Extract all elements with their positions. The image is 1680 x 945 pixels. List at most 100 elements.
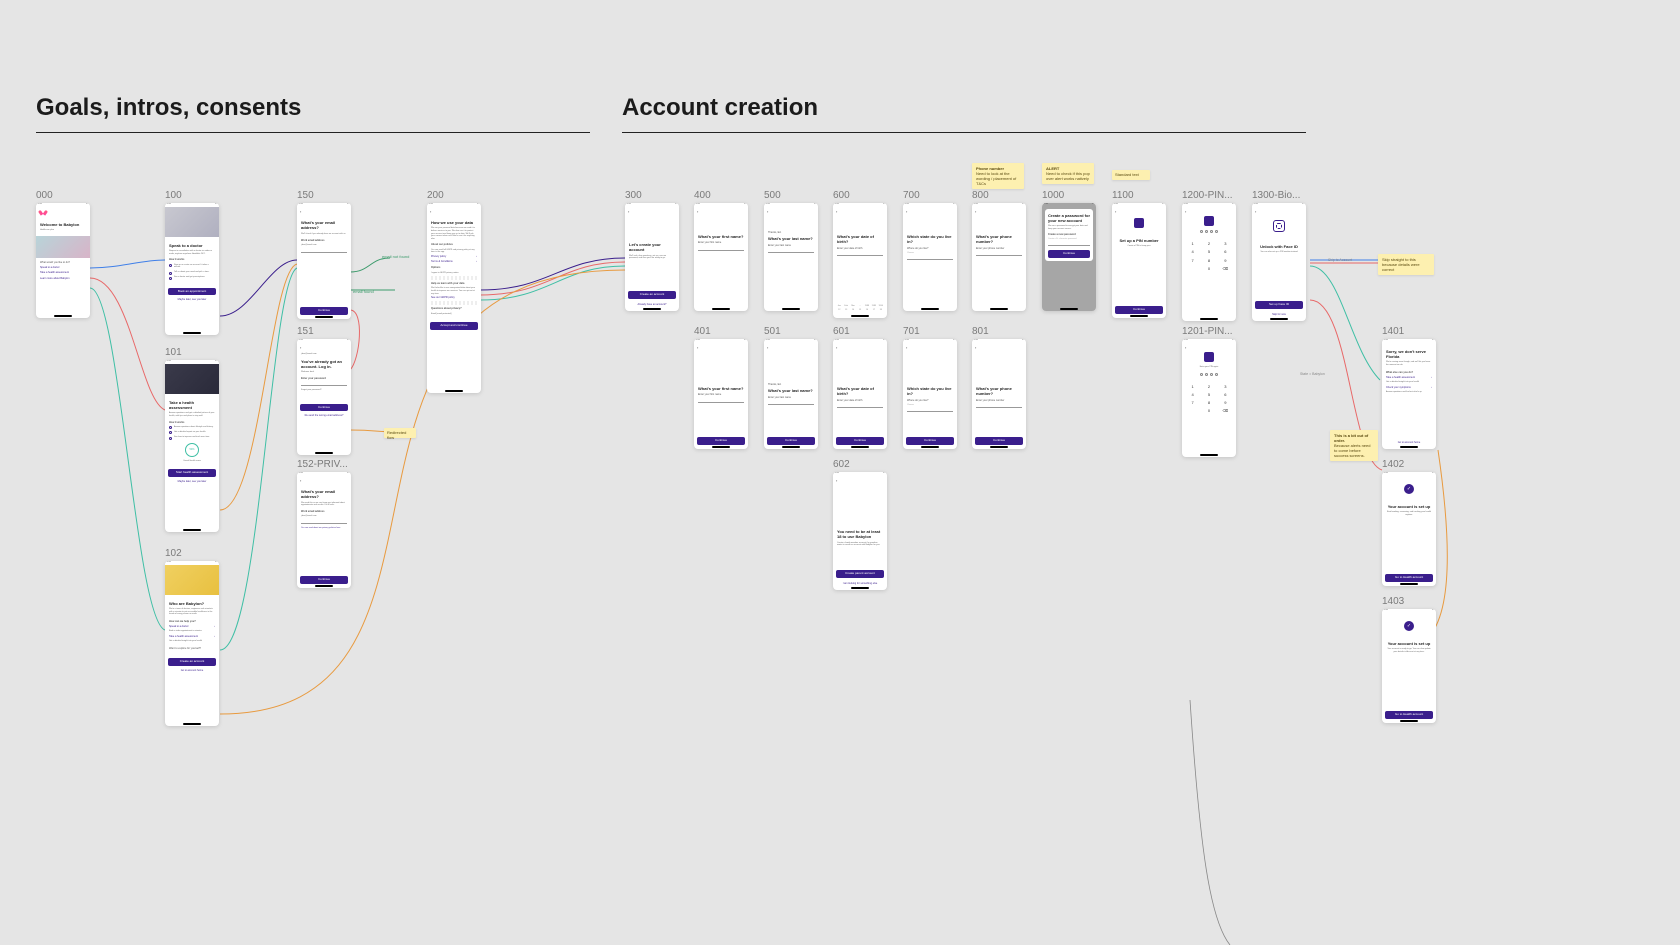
screen-801[interactable]: ‹ What's your phone number? Enter your p… xyxy=(972,339,1026,449)
screen-151[interactable]: ‹ j.doe@email.com You've already got an … xyxy=(297,339,351,455)
screen-102[interactable]: Who are Babylon? We're a team of doctors… xyxy=(165,561,219,726)
back-icon[interactable]: ‹ xyxy=(1252,207,1306,214)
sticky-skip[interactable]: Skip straight to this because details we… xyxy=(1378,254,1434,275)
back-icon[interactable]: ‹ xyxy=(297,476,351,483)
screen-800[interactable]: ‹ What's your phone number? Enter your p… xyxy=(972,203,1026,311)
design-canvas[interactable]: Goals, intros, consents Account creation… xyxy=(0,0,1680,945)
screen-150[interactable]: ‹ What's your email address? We'll check… xyxy=(297,203,351,319)
link-speak-doctor[interactable]: Speak to a doctor xyxy=(40,266,86,269)
screen-600[interactable]: ‹ What's your date of birth? Enter your … xyxy=(833,203,887,318)
screen-1200[interactable]: ‹ 123 456 789 0⌫ xyxy=(1182,203,1236,321)
back-icon[interactable]: ‹ xyxy=(903,343,957,350)
back-icon[interactable]: ‹ xyxy=(1182,207,1236,214)
screen-100[interactable]: Speak to a doctor Request a consultation… xyxy=(165,203,219,335)
select-region[interactable] xyxy=(907,408,953,412)
button-create-account[interactable]: Create an account xyxy=(628,291,676,299)
back-icon[interactable]: ‹ xyxy=(972,207,1026,214)
input-phone[interactable] xyxy=(976,252,1022,256)
screen-700[interactable]: ‹ Which state do you live in? Where do y… xyxy=(903,203,957,311)
back-icon[interactable]: ‹ xyxy=(297,207,351,214)
back-icon[interactable]: ‹ xyxy=(764,207,818,214)
input-email[interactable] xyxy=(301,249,347,253)
screen-1000[interactable]: Create a password for your new account W… xyxy=(1042,203,1096,311)
screen-label-700: 700 xyxy=(903,190,920,201)
button-continue[interactable]: Continue xyxy=(906,437,954,445)
button-create-parent[interactable]: Create parent account xyxy=(836,570,884,578)
link-learn-more[interactable]: Learn more about Babylon xyxy=(40,277,86,280)
screen-1403[interactable]: ✓ Your account is set up Your account is… xyxy=(1382,609,1436,723)
input-email[interactable] xyxy=(301,520,347,524)
screen-500[interactable]: ‹ Thanks, Ed. What's your last name? Ent… xyxy=(764,203,818,311)
back-icon[interactable]: ‹ xyxy=(833,207,887,214)
button-continue[interactable]: Continue xyxy=(300,307,348,315)
input-password[interactable] xyxy=(1048,242,1090,246)
back-icon[interactable]: ‹ xyxy=(764,343,818,350)
input-phone[interactable] xyxy=(976,404,1022,408)
button-continue[interactable]: Continue xyxy=(1115,306,1163,314)
screen-400[interactable]: ‹ What's your first name? Enter your fir… xyxy=(694,203,748,311)
input-first-name[interactable] xyxy=(698,247,744,251)
input-password[interactable] xyxy=(301,382,347,386)
screen-label-600: 600 xyxy=(833,190,850,201)
input-last-name[interactable] xyxy=(768,401,814,405)
screen-1201[interactable]: ‹ Enter your PIN again 123 456 789 0⌫ xyxy=(1182,339,1236,457)
button-continue[interactable]: Continue xyxy=(836,437,884,445)
back-icon[interactable]: ‹ xyxy=(833,476,887,483)
pin-keypad[interactable]: 123 456 789 0⌫ xyxy=(1182,382,1236,416)
button-start-assessment[interactable]: Start health assessment xyxy=(168,469,216,477)
button-book-appointment[interactable]: Book an appointment xyxy=(168,288,216,296)
back-icon[interactable]: ‹ xyxy=(694,207,748,214)
button-accept-continue[interactable]: Accept and continue xyxy=(430,322,478,330)
button-continue[interactable]: Continue xyxy=(1048,250,1090,258)
screen-label-300: 300 xyxy=(625,190,642,201)
screen-1401[interactable]: Sorry, we don't serve Florida We're comi… xyxy=(1382,339,1436,449)
button-set-faceid[interactable]: Set up Face ID xyxy=(1255,301,1303,309)
screen-1100[interactable]: ‹ Set up a PIN number Create a PIN to ke… xyxy=(1112,203,1166,318)
back-icon[interactable]: ‹ xyxy=(1112,207,1166,214)
screen-000[interactable]: Welcome to Babylon Healthcare plan What … xyxy=(36,203,90,318)
button-continue[interactable]: Continue xyxy=(300,404,348,412)
screen-1402[interactable]: ✓ Your account is set up Start booking, … xyxy=(1382,472,1436,586)
back-icon[interactable]: ‹ xyxy=(427,207,481,214)
screen-152[interactable]: ‹ What's your email address? We need thi… xyxy=(297,472,351,588)
screen-label-1200: 1200-PIN... xyxy=(1182,190,1233,201)
button-continue[interactable]: Continue xyxy=(697,437,745,445)
screen-300[interactable]: ‹ Let's create your account We'll ask a … xyxy=(625,203,679,311)
button-go-account[interactable]: Go to Health account xyxy=(1385,711,1433,719)
screen-401[interactable]: ‹ What's your first name? Enter your fir… xyxy=(694,339,748,449)
screen-1300[interactable]: ‹ Unlock with Face ID You can also set u… xyxy=(1252,203,1306,321)
screen-601[interactable]: ‹ What's your date of birth? Enter your … xyxy=(833,339,887,449)
link-take-health[interactable]: Take a health assessment xyxy=(40,271,86,274)
screen-701[interactable]: ‹ Which state do you live in? Where do y… xyxy=(903,339,957,449)
back-icon[interactable]: ‹ xyxy=(297,343,351,350)
screen-602[interactable]: ‹ You need to be at least 18 to use Baby… xyxy=(833,472,887,590)
back-icon[interactable]: ‹ xyxy=(694,343,748,350)
screen-200[interactable]: ‹ How we use your data We use your perso… xyxy=(427,203,481,393)
input-dob[interactable] xyxy=(837,404,883,408)
back-icon[interactable]: ‹ xyxy=(1182,343,1236,350)
button-go-account[interactable]: Go to Health account xyxy=(1385,574,1433,582)
pin-keypad[interactable]: 123 456 789 0⌫ xyxy=(1182,239,1236,273)
back-icon[interactable]: ‹ xyxy=(972,343,1026,350)
select-region[interactable] xyxy=(907,256,953,260)
button-create-account[interactable]: Create an account xyxy=(168,658,216,666)
button-continue[interactable]: Continue xyxy=(300,576,348,584)
back-icon[interactable]: ‹ xyxy=(833,343,887,350)
button-continue[interactable]: Continue xyxy=(975,437,1023,445)
screen-label-1403: 1403 xyxy=(1382,596,1404,607)
sticky-standard[interactable]: Standard text xyxy=(1112,170,1150,180)
sticky-alert[interactable]: ALERT Need to check if this pop over ale… xyxy=(1042,163,1094,184)
button-continue[interactable]: Continue xyxy=(767,437,815,445)
sticky-order[interactable]: This is a bit out of order. Because aler… xyxy=(1330,430,1378,461)
sticky-redirected[interactable]: Redirected flow xyxy=(384,428,416,438)
input-first-name[interactable] xyxy=(698,399,744,403)
screen-label-150: 150 xyxy=(297,190,314,201)
sticky-phone[interactable]: Phone number Need to look at the wording… xyxy=(972,163,1024,189)
modal-create-password[interactable]: Create a password for your new account W… xyxy=(1045,209,1093,261)
screen-501[interactable]: ‹ Thanks, Ed. What's your last name? Ent… xyxy=(764,339,818,449)
back-icon[interactable]: ‹ xyxy=(903,207,957,214)
back-icon[interactable]: ‹ xyxy=(625,207,679,214)
screen-101[interactable]: Take a health assessment Answer question… xyxy=(165,360,219,532)
input-last-name[interactable] xyxy=(768,249,814,253)
input-dob[interactable] xyxy=(837,252,883,256)
